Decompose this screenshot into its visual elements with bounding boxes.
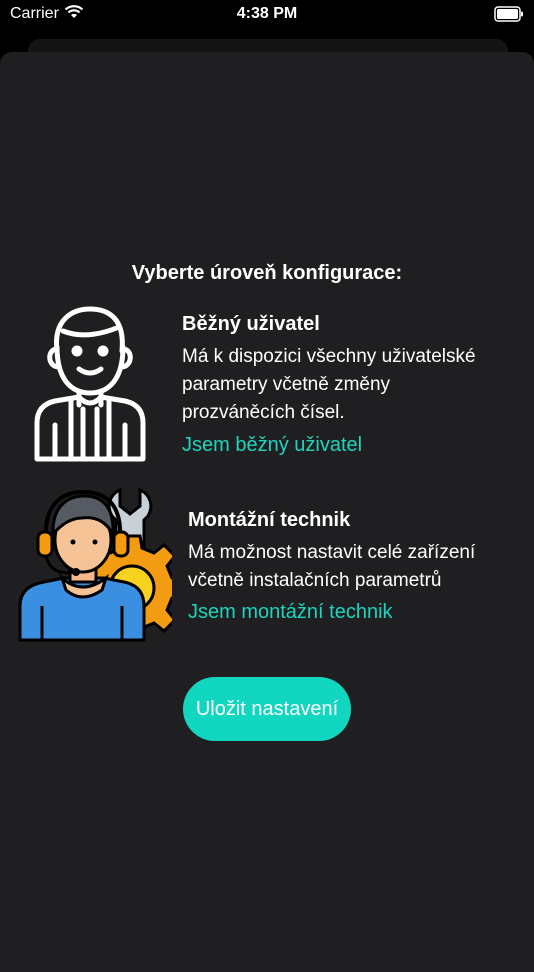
description-line: Má k dispozici všechny uživatelské bbox=[182, 346, 476, 367]
status-time: 4:38 PM bbox=[236, 5, 298, 22]
option-title-regular: Běžný uživatel bbox=[182, 313, 320, 335]
description-line: Má možnost nastavit celé zařízení bbox=[188, 542, 476, 563]
page-heading: Vyberte úroveň konfigurace: bbox=[131, 262, 403, 284]
select-regular-user-link[interactable]: Jsem běžný uživatel bbox=[182, 434, 362, 457]
status-bar: Carrier 4:38 PM bbox=[0, 0, 534, 30]
user-avatar-icon bbox=[34, 306, 146, 462]
description-line: parametry včetně změny bbox=[182, 374, 391, 395]
select-technician-link[interactable]: Jsem montážní technik bbox=[188, 601, 393, 624]
option-description-technician: Má možnost nastavit celé zařízení včetně… bbox=[188, 539, 475, 595]
save-settings-button[interactable]: Uložit nastavení bbox=[183, 677, 351, 741]
option-description-regular: Má k dispozici všechny uživatelské param… bbox=[182, 343, 476, 427]
option-title-technician: Montážní technik bbox=[188, 509, 351, 531]
description-line: včetně instalačních parametrů bbox=[188, 570, 442, 591]
description-line: prozváněcích čísel. bbox=[182, 402, 345, 423]
technician-icon bbox=[18, 487, 172, 642]
battery-icon bbox=[494, 6, 523, 22]
